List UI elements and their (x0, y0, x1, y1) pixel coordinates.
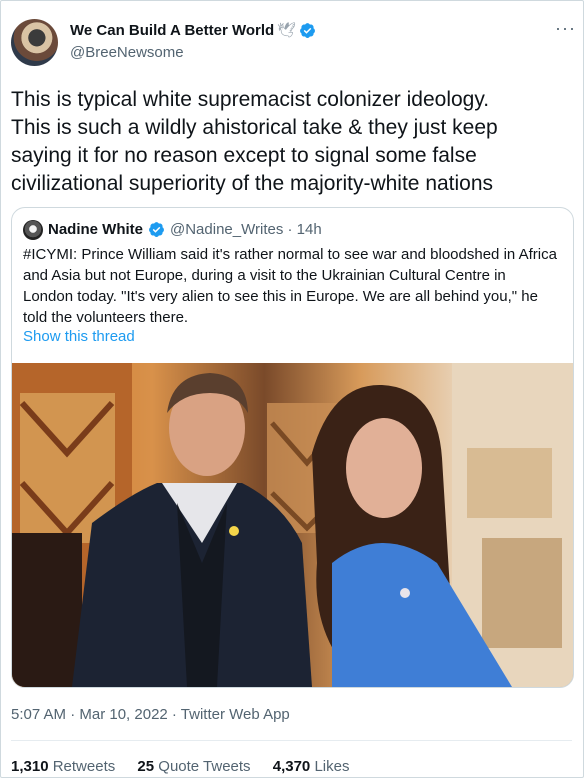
quoted-author-avatar[interactable] (23, 220, 43, 240)
tweet-stats: 1,310 Retweets 25 Quote Tweets 4,370 Lik… (11, 758, 367, 775)
quoted-tweet[interactable]: Nadine White @Nadine_Writes · 14h #ICYMI… (11, 207, 574, 688)
tweet-text: This is typical white supremacist coloni… (11, 86, 571, 198)
quotes-count: 25 (137, 758, 155, 775)
show-thread-link[interactable]: Show this thread (23, 328, 135, 345)
divider (11, 740, 572, 741)
quoted-tweet-text: #ICYMI: Prince William said it's rather … (23, 244, 563, 328)
quoted-author-name[interactable]: Nadine White (48, 221, 143, 238)
dove-icon: 🕊 (277, 22, 297, 39)
author-name[interactable]: We Can Build A Better World (70, 22, 274, 39)
likes-label: Likes (314, 758, 350, 775)
photo-illustration (12, 363, 573, 687)
author-handle[interactable]: @BreeNewsome (70, 44, 184, 61)
verified-badge-icon (149, 222, 164, 237)
more-options-icon[interactable]: ··· (555, 18, 576, 39)
likes-stat[interactable]: 4,370 Likes (273, 758, 350, 775)
retweets-label: Retweets (52, 758, 116, 775)
quoted-handle-time[interactable]: @Nadine_Writes · 14h (170, 221, 322, 238)
retweets-stat[interactable]: 1,310 Retweets (11, 758, 115, 775)
quoted-line: and Asia but not Europe, during a visit … (23, 267, 506, 284)
quoted-line: London today. "It's very alien to see th… (23, 288, 538, 305)
quotes-label: Quote Tweets (158, 758, 251, 775)
tweet-line: saying it for no reason except to signal… (11, 144, 477, 167)
quoted-photo[interactable] (12, 363, 573, 687)
tweet-line: This is such a wildly ahistorical take &… (11, 116, 498, 139)
verified-badge-icon (300, 23, 315, 38)
tweet-timestamp[interactable]: 5:07 AM · Mar 10, 2022 · Twitter Web App (11, 706, 290, 723)
tweet-line: civilizational superiority of the majori… (11, 172, 494, 195)
quoted-line: #ICYMI: Prince William said it's rather … (23, 246, 557, 263)
tweet-line: This is typical white supremacist coloni… (11, 88, 490, 111)
author-avatar[interactable] (11, 19, 58, 66)
retweets-count: 1,310 (11, 758, 49, 775)
likes-count: 4,370 (272, 758, 311, 775)
quote-tweets-stat[interactable]: 25 Quote Tweets (137, 758, 250, 775)
quoted-line: told the volunteers there. (23, 309, 189, 326)
